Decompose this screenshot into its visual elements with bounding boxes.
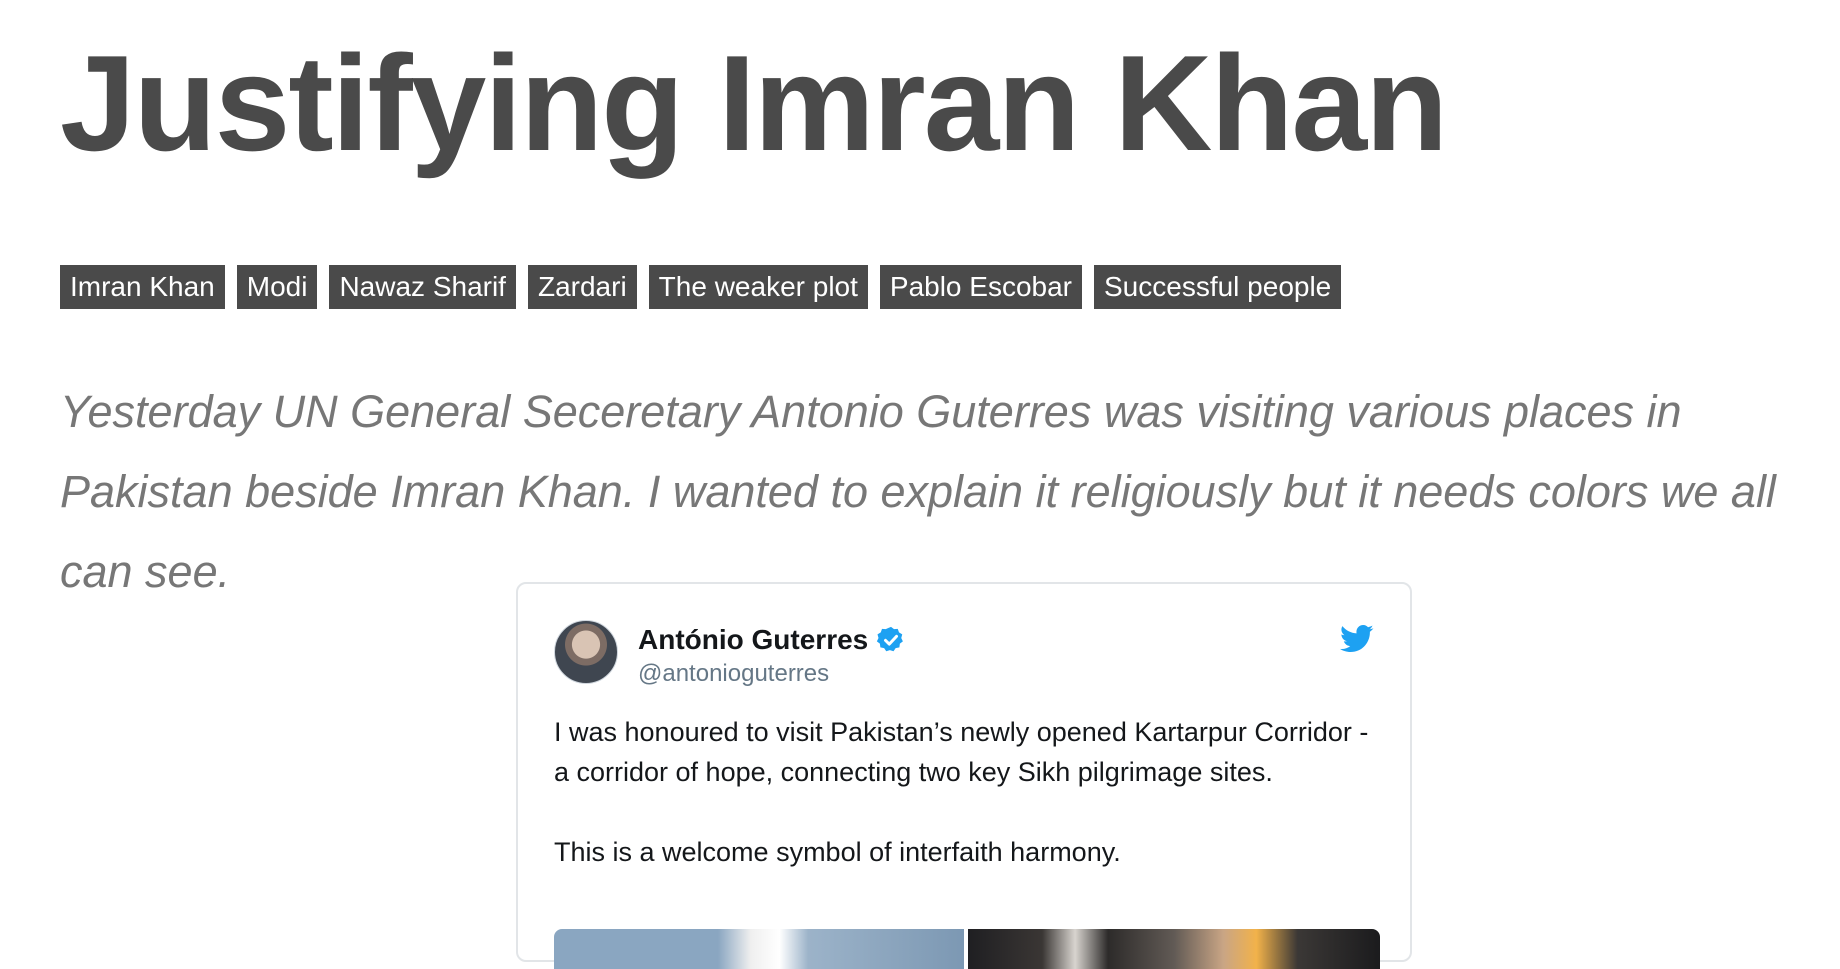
tag-list: Imran Khan Modi Nawaz Sharif Zardari The… — [60, 265, 1342, 309]
tweet-photo[interactable] — [968, 929, 1380, 969]
tweet-user-name-text: António Guterres — [638, 624, 869, 655]
tag-the-weaker-plot[interactable]: The weaker plot — [648, 265, 868, 309]
article-title: Justifying Imran Khan — [60, 27, 1448, 179]
tag-nawaz-sharif[interactable]: Nawaz Sharif — [329, 265, 516, 309]
verified-badge-icon — [877, 626, 904, 651]
tweet-user-name[interactable]: António Guterres — [638, 622, 906, 658]
tweet-handle[interactable]: @antonioguterres — [638, 659, 829, 689]
article-lead: Yesterday UN General Seceretary Antonio … — [60, 386, 1776, 597]
tweet-media[interactable] — [554, 929, 1380, 969]
tag-successful-people[interactable]: Successful people — [1094, 265, 1342, 309]
twitter-bird-icon[interactable] — [1340, 624, 1374, 654]
tag-zardari[interactable]: Zardari — [527, 265, 637, 309]
tag-pablo-escobar[interactable]: Pablo Escobar — [879, 265, 1082, 309]
tag-imran-khan[interactable]: Imran Khan — [60, 265, 225, 309]
tag-modi[interactable]: Modi — [236, 265, 318, 309]
tweet-photo[interactable] — [554, 929, 964, 969]
avatar[interactable] — [554, 620, 618, 684]
tweet-text: I was honoured to visit Pakistan’s newly… — [554, 717, 1369, 867]
embedded-tweet[interactable]: António Guterres @antonioguterres I was … — [516, 582, 1412, 969]
